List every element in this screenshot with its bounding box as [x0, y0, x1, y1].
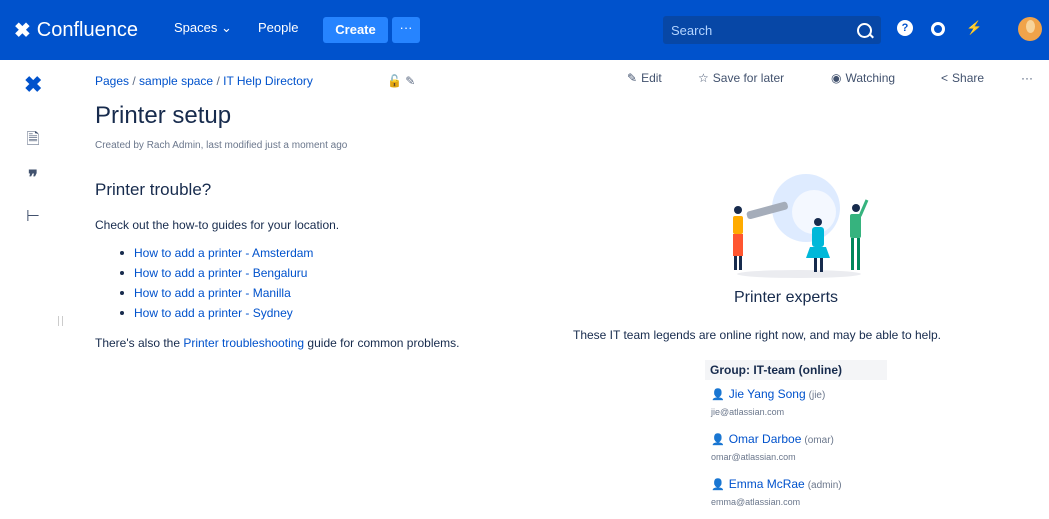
- share-button[interactable]: < Share: [941, 71, 984, 85]
- help-icon[interactable]: ?: [897, 20, 913, 36]
- create-button[interactable]: Create: [323, 17, 388, 43]
- eye-icon: ◉: [831, 71, 842, 85]
- member-entry: 👤 Emma McRae (admin): [711, 477, 842, 491]
- guide-link[interactable]: How to add a printer - Sydney: [134, 306, 293, 320]
- list-item[interactable]: How to add a printer - Manilla: [120, 283, 313, 303]
- sidebar: ✖ 🗎 ❞ ⊢: [0, 60, 55, 519]
- user-icon: 👤: [711, 434, 725, 446]
- guide-link[interactable]: How to add a printer - Bengaluru: [134, 266, 307, 280]
- member-entry: 👤 Omar Darboe (omar): [711, 432, 834, 446]
- search-input[interactable]: Search: [663, 16, 881, 44]
- printer-experts-illustration: [733, 174, 869, 278]
- attachment-icon[interactable]: ✎: [405, 74, 415, 88]
- list-item[interactable]: How to add a printer - Amsterdam: [120, 243, 313, 263]
- breadcrumb-space[interactable]: sample space: [139, 74, 213, 88]
- user-icon: 👤: [711, 389, 725, 401]
- more-actions-button[interactable]: ···: [1021, 71, 1033, 85]
- share-icon: <: [941, 71, 949, 85]
- troubleshooting-link[interactable]: Printer troubleshooting: [183, 336, 304, 350]
- list-item[interactable]: How to add a printer - Sydney: [120, 303, 313, 323]
- breadcrumb-parent[interactable]: IT Help Directory: [223, 74, 313, 88]
- sidebar-resize-handle[interactable]: [58, 316, 63, 326]
- member-name-link[interactable]: Omar Darboe: [729, 432, 802, 446]
- avatar[interactable]: [1018, 17, 1042, 41]
- guides-list: How to add a printer - Amsterdam How to …: [120, 243, 313, 323]
- confluence-logo[interactable]: ✖ Confluence: [14, 14, 138, 46]
- breadcrumb-pages[interactable]: Pages: [95, 74, 129, 88]
- printer-experts-description: These IT team legends are online right n…: [573, 328, 942, 342]
- watching-button[interactable]: ◉ Watching: [831, 71, 895, 85]
- group-header: Group: IT-team (online): [705, 360, 887, 380]
- guide-link[interactable]: How to add a printer - Manilla: [134, 286, 291, 300]
- restriction-icon[interactable]: 🔓: [387, 74, 402, 88]
- member-name-link[interactable]: Emma McRae: [729, 477, 805, 491]
- people-link[interactable]: People: [258, 20, 298, 35]
- search-placeholder: Search: [671, 23, 713, 38]
- create-more-button[interactable]: ···: [392, 17, 420, 43]
- page-status-icons: 🔓 ✎: [387, 74, 415, 88]
- troubleshooting-text: There's also the Printer troubleshooting…: [95, 336, 460, 350]
- member-name-link[interactable]: Jie Yang Song: [729, 387, 806, 401]
- notifications-icon[interactable]: ⚡: [966, 20, 982, 36]
- settings-icon[interactable]: [931, 22, 945, 36]
- page-byline: Created by Rach Admin, last modified jus…: [95, 140, 348, 151]
- edit-button[interactable]: ✎ Edit: [627, 71, 662, 85]
- user-icon: 👤: [711, 479, 725, 491]
- page-tree-icon[interactable]: ⊢: [24, 208, 42, 226]
- star-icon: ☆: [698, 71, 709, 85]
- guide-link[interactable]: How to add a printer - Amsterdam: [134, 246, 313, 260]
- spaces-menu[interactable]: Spaces ⌄: [174, 20, 232, 36]
- blog-icon[interactable]: ❞: [24, 168, 42, 186]
- member-handle: (admin): [807, 480, 842, 491]
- printer-experts-title: Printer experts: [734, 289, 839, 306]
- member-handle: (omar): [804, 435, 834, 446]
- member-handle: (jie): [808, 390, 826, 401]
- page-title: Printer setup: [95, 102, 232, 129]
- intro-text: Check out the how-to guides for your loc…: [95, 218, 340, 232]
- list-item[interactable]: How to add a printer - Bengaluru: [120, 263, 313, 283]
- brand-name: Confluence: [36, 18, 138, 41]
- pencil-icon: ✎: [627, 71, 638, 85]
- member-entry: 👤 Jie Yang Song (jie): [711, 387, 825, 401]
- pages-icon[interactable]: 🗎: [24, 131, 42, 149]
- breadcrumb: Pages / sample space / IT Help Directory: [95, 74, 313, 88]
- save-for-later-button[interactable]: ☆ Save for later: [698, 71, 784, 85]
- confluence-home-icon[interactable]: ✖: [24, 74, 42, 96]
- top-navigation: ✖ Confluence Spaces ⌄ People Create ··· …: [0, 0, 1049, 60]
- member-email: jie@atlassian.com: [711, 407, 785, 417]
- member-email: omar@atlassian.com: [711, 452, 796, 462]
- search-icon[interactable]: [857, 23, 872, 38]
- section-heading: Printer trouble?: [95, 180, 212, 199]
- member-email: emma@atlassian.com: [711, 497, 801, 507]
- confluence-logo-icon: ✖: [14, 19, 31, 42]
